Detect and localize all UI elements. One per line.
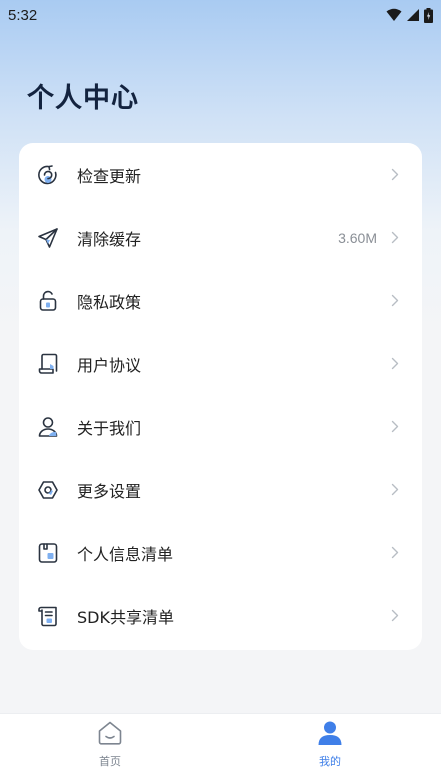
menu-item-label: 个人信息清单 [77, 544, 174, 564]
menu-item-user-agreement[interactable]: 用户协议 [19, 332, 422, 395]
status-icons [386, 7, 433, 23]
update-check-icon [36, 163, 60, 187]
menu-item-check-update[interactable]: 检查更新 [19, 143, 422, 206]
menu-item-label: 用户协议 [77, 355, 142, 375]
chevron-right-icon [388, 357, 402, 371]
lock-icon [36, 289, 60, 313]
menu-item-label: 隐私政策 [77, 292, 142, 312]
chevron-right-icon [388, 168, 402, 182]
chevron-right-icon [388, 294, 402, 308]
cache-size-value: 3.60M [338, 229, 377, 246]
menu-item-label: 关于我们 [77, 418, 142, 438]
home-icon [96, 720, 124, 750]
sdk-list-icon [36, 604, 60, 628]
info-list-icon [36, 541, 60, 565]
menu-item-privacy-policy[interactable]: 隐私政策 [19, 269, 422, 332]
nav-tab-mine-label: 我的 [319, 755, 341, 768]
menu-item-sdk-share-list[interactable]: SDK共享清单 [19, 584, 422, 647]
chevron-right-icon [388, 420, 402, 434]
menu-card: 检查更新 清除缓存 3.60M 隐私政策 用户协议 关于我们 更多设置 个人信息… [19, 143, 422, 650]
menu-item-personal-info-list[interactable]: 个人信息清单 [19, 521, 422, 584]
chevron-right-icon [388, 546, 402, 560]
send-icon [36, 226, 60, 250]
agreement-icon [36, 352, 60, 376]
user-profile-icon [316, 720, 344, 750]
menu-item-about-us[interactable]: 关于我们 [19, 395, 422, 458]
menu-item-more-settings[interactable]: 更多设置 [19, 458, 422, 521]
person-icon [36, 415, 60, 439]
menu-item-label: 检查更新 [77, 166, 142, 186]
wifi-icon [386, 8, 402, 21]
nav-tab-mine[interactable]: 我的 [300, 720, 360, 780]
status-time: 5:32 [8, 6, 38, 24]
settings-icon [36, 478, 60, 502]
nav-tab-home[interactable]: 首页 [80, 720, 140, 780]
bottom-nav: 首页 我的 [0, 713, 441, 784]
menu-item-label: 清除缓存 [77, 229, 142, 249]
menu-item-label: SDK共享清单 [77, 607, 174, 627]
nav-tab-home-label: 首页 [99, 755, 121, 768]
chevron-right-icon [388, 231, 402, 245]
page-title: 个人中心 [27, 83, 139, 114]
menu-item-clear-cache[interactable]: 清除缓存 3.60M [19, 206, 422, 269]
status-bar: 5:32 [0, 0, 441, 30]
chevron-right-icon [388, 483, 402, 497]
battery-icon [424, 7, 433, 23]
menu-item-label: 更多设置 [77, 481, 142, 501]
signal-icon [407, 9, 419, 21]
chevron-right-icon [388, 609, 402, 623]
